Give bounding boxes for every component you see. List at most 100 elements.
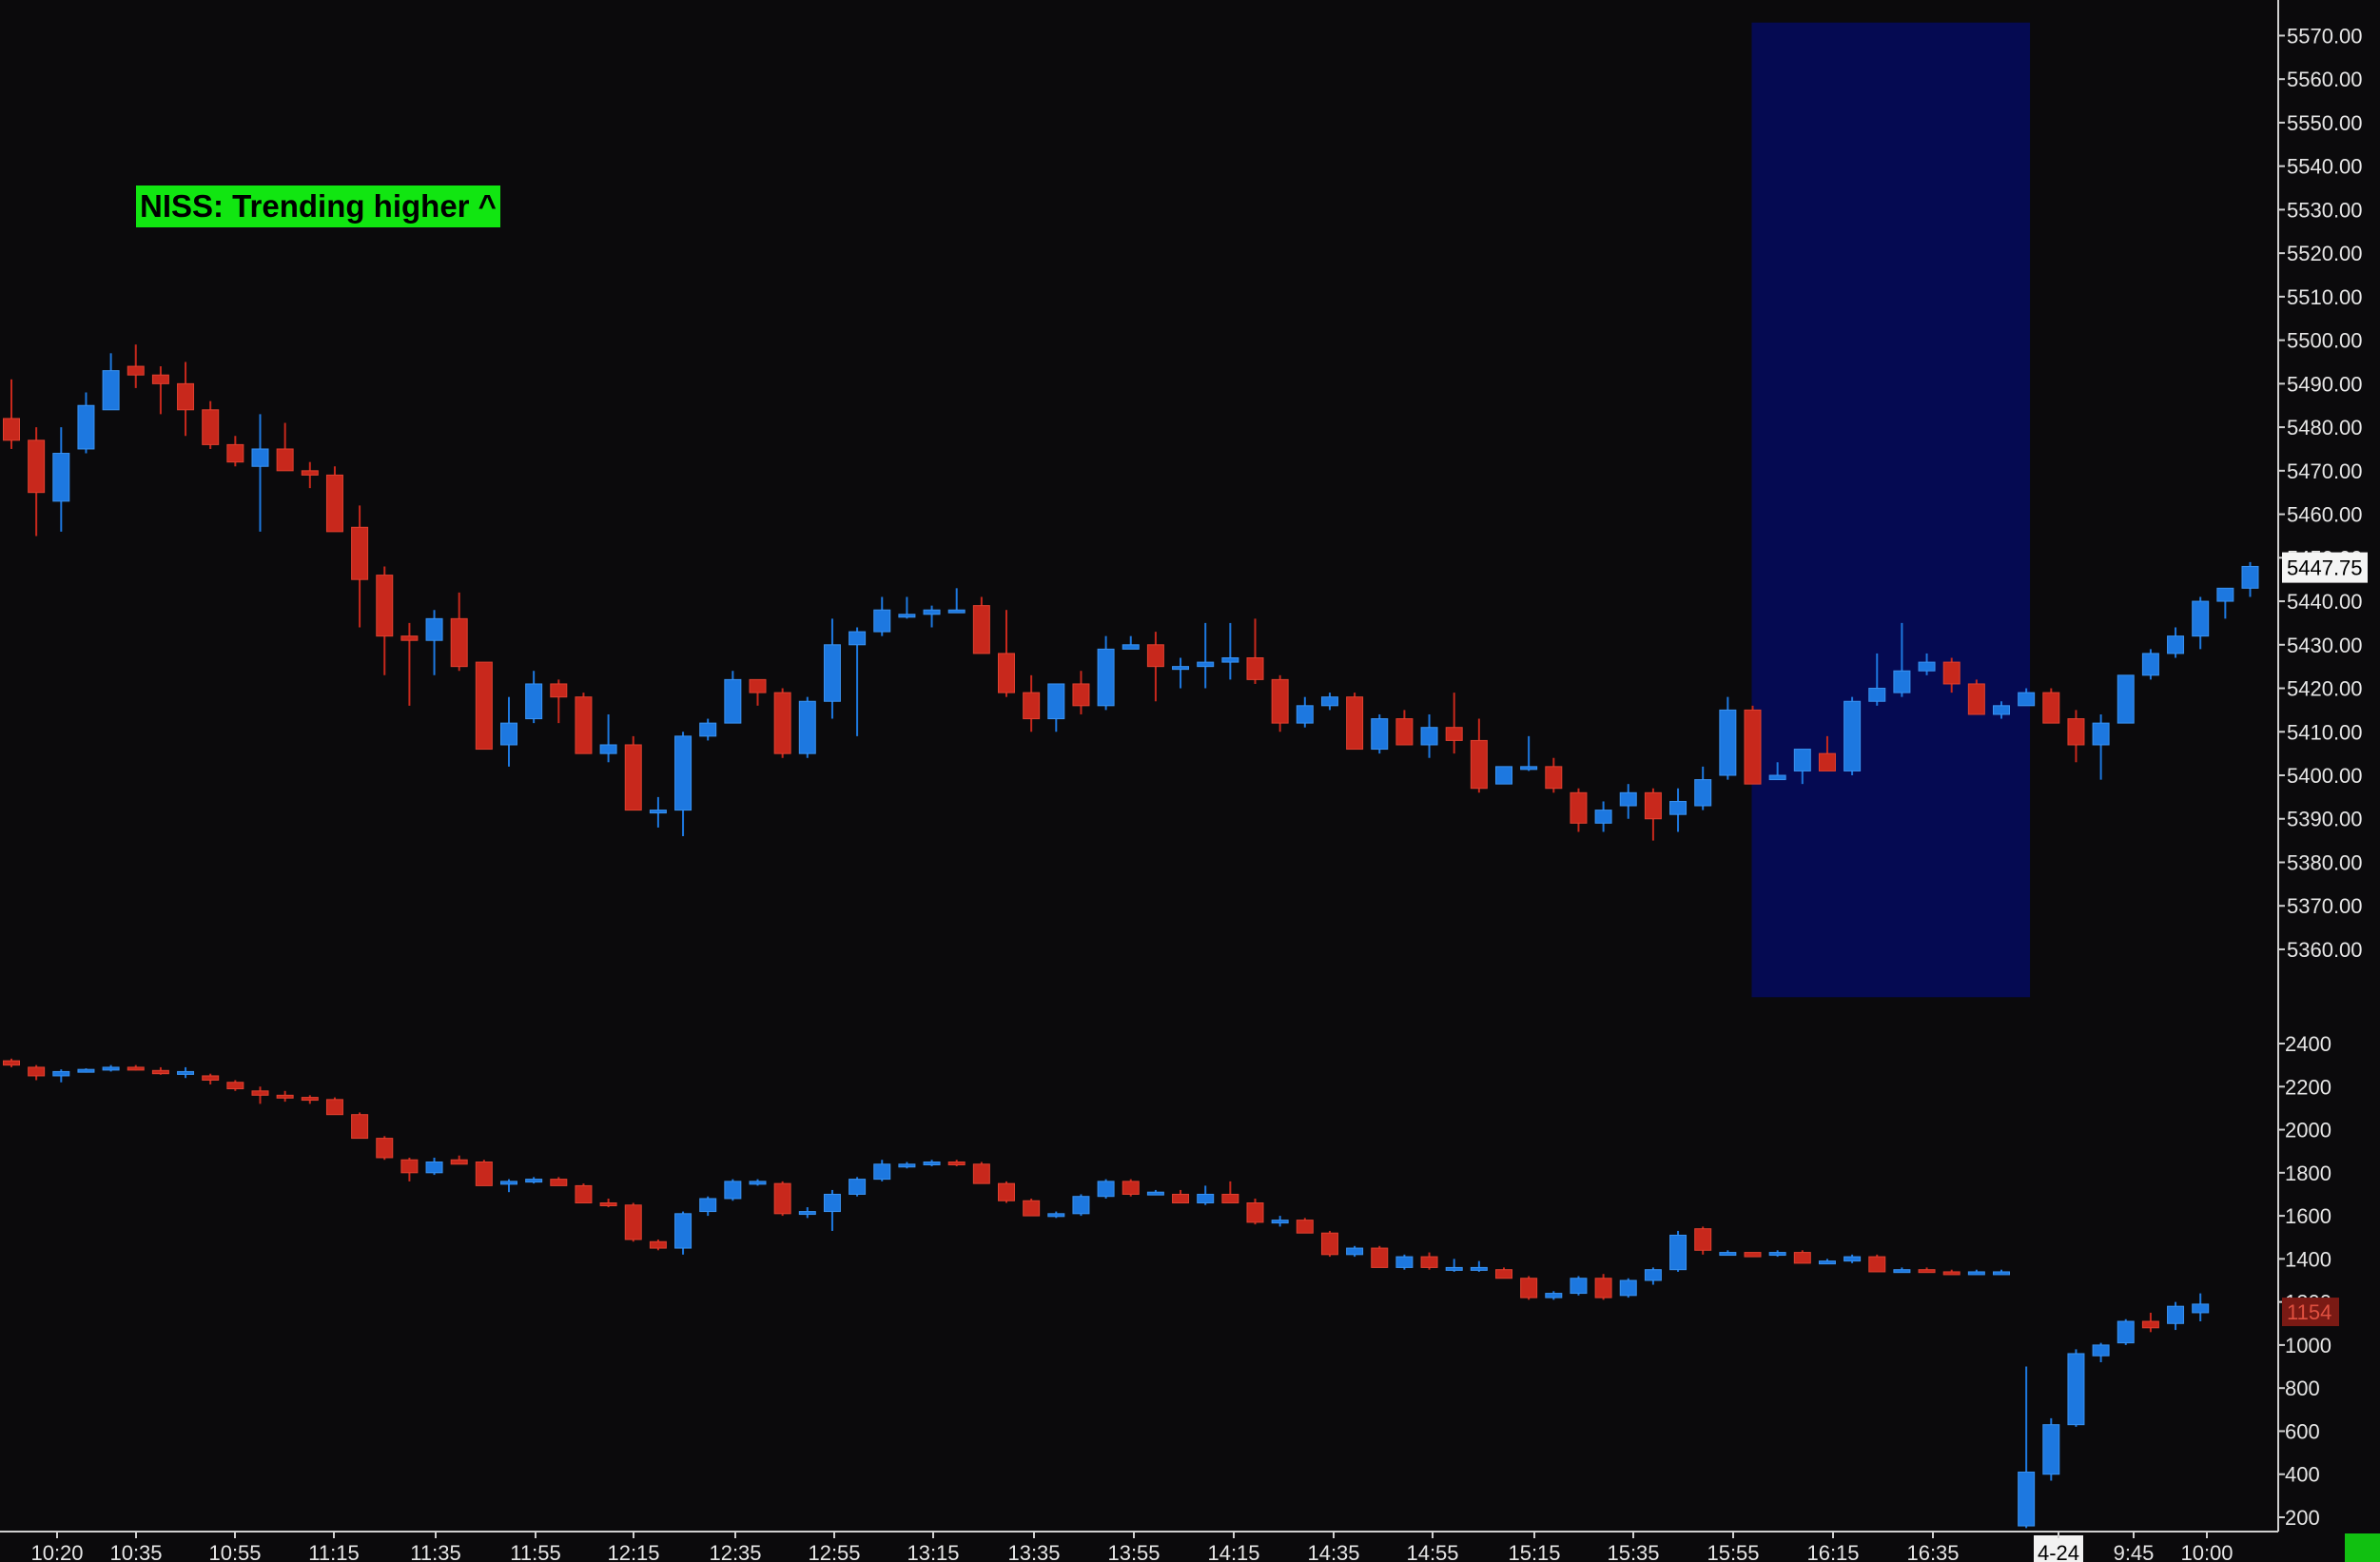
price-candle-body: [575, 696, 593, 754]
price-candle-body: [1793, 749, 1811, 771]
price-candle-body: [127, 365, 145, 376]
price-candle-body: [1768, 774, 1786, 781]
breadth-candle-body: [1023, 1200, 1041, 1217]
price-candle-body: [1942, 661, 1961, 685]
breadth-candle-body: [2018, 1471, 2036, 1527]
price-candle-body: [1246, 657, 1264, 680]
price-candle: [972, 596, 990, 654]
price-axis-tick-label: 5510.00: [2287, 285, 2363, 309]
breadth-candle: [1793, 1250, 1811, 1264]
breadth-candle-body: [873, 1163, 891, 1181]
breadth-candle-body: [425, 1162, 443, 1174]
breadth-candle-body: [525, 1179, 543, 1183]
price-axis-tick-label: 5390.00: [2287, 808, 2363, 831]
breadth-candle: [998, 1181, 1015, 1203]
breadth-axis-tick-label: 1600: [2285, 1204, 2331, 1228]
breadth-candle: [773, 1181, 791, 1217]
breadth-candle-body: [3, 1060, 20, 1066]
price-candle-body: [400, 635, 419, 641]
breadth-candle-body: [2042, 1424, 2060, 1475]
breadth-candle-body: [798, 1211, 816, 1216]
breadth-axis-tick-label: 1400: [2285, 1247, 2331, 1271]
breadth-candle-body: [1495, 1269, 1512, 1279]
price-candle-body: [1594, 810, 1612, 824]
price-candle: [1495, 766, 1512, 785]
price-candle-body: [724, 678, 742, 724]
price-candle-body: [674, 735, 693, 811]
price-candle: [2141, 649, 2159, 680]
time-axis-tick-label: 10:00: [2180, 1541, 2233, 1562]
breadth-candle: [351, 1112, 369, 1140]
breadth-candle-body: [1221, 1193, 1239, 1204]
price-candle-body: [2241, 565, 2259, 589]
price-candle: [2042, 688, 2060, 724]
price-candle-body: [849, 631, 867, 646]
time-axis-tick-label: 9:45: [2114, 1541, 2155, 1562]
price-candle-body: [998, 653, 1015, 693]
time-axis-tick-label: 10:35: [109, 1541, 162, 1562]
price-candle-body: [923, 609, 941, 615]
breadth-candle-body: [1197, 1193, 1215, 1204]
breadth-candle: [1520, 1276, 1538, 1300]
price-candle-body: [1172, 666, 1190, 671]
chart-canvas[interactable]: 5570.00 5560.00 5550.00 5540.00 5530.00 5520.…: [0, 0, 2380, 1562]
time-axis-tick-label: 16:35: [1906, 1541, 1959, 1562]
breadth-candle: [77, 1068, 95, 1073]
price-candle-body: [376, 575, 394, 637]
breadth-candle-body: [1594, 1278, 1612, 1298]
breadth-candle-body: [1694, 1228, 1712, 1251]
breadth-candle-body: [724, 1181, 742, 1200]
breadth-candle: [724, 1179, 742, 1201]
price-candle-body: [226, 443, 244, 463]
niss-trend-banner: NISS: Trending higher ^: [136, 185, 500, 227]
time-axis-tick-label: 12:35: [709, 1541, 761, 1562]
price-candle-body: [28, 439, 46, 494]
time-axis-tick-label: 16:15: [1806, 1541, 1859, 1562]
price-axis-tick-label: 5460.00: [2287, 503, 2363, 527]
breadth-candle-body: [151, 1069, 169, 1075]
price-axis-tick-label: 5500.00: [2287, 329, 2363, 353]
price-candle: [325, 466, 343, 533]
price-candle: [475, 661, 493, 751]
breadth-candle-body: [376, 1138, 394, 1159]
breadth-candle: [624, 1202, 642, 1242]
price-candle-body: [1495, 766, 1512, 785]
breadth-candle: [1320, 1230, 1338, 1258]
breadth-candle-body: [1271, 1220, 1289, 1224]
breadth-axis-tick-label: 2000: [2285, 1119, 2331, 1142]
breadth-candle-body: [2092, 1344, 2110, 1357]
price-axis-tick-label: 5540.00: [2287, 155, 2363, 179]
time-axis-tick-label: 15:55: [1707, 1541, 1759, 1562]
breadth-axis-tick-label: 1000: [2285, 1334, 2331, 1357]
breadth-candle: [1594, 1274, 1612, 1300]
price-axis-tick-label: 5440.00: [2287, 590, 2363, 614]
breadth-candle: [1122, 1179, 1140, 1197]
breadth-candle-body: [624, 1204, 642, 1240]
price-candle-body: [1420, 727, 1438, 746]
price-candle-body: [301, 470, 319, 476]
price-candle: [575, 693, 593, 754]
breadth-candle-body: [1768, 1252, 1786, 1257]
breadth-candle: [1246, 1198, 1264, 1225]
price-candle-body: [1818, 752, 1836, 771]
price-candle-body: [599, 744, 617, 754]
breadth-candle-body: [276, 1094, 294, 1099]
price-candle: [798, 696, 816, 758]
price-candle-body: [1371, 718, 1389, 751]
time-axis-tick-label: 11:35: [410, 1541, 460, 1562]
price-candle-body: [649, 810, 667, 814]
price-candle-body: [947, 609, 966, 614]
price-candle-body: [1470, 739, 1488, 790]
breadth-candle-body: [947, 1162, 966, 1165]
breadth-candle-body: [1520, 1278, 1538, 1298]
breadth-candle-body: [1246, 1202, 1264, 1223]
breadth-candle-body: [1818, 1260, 1836, 1265]
price-axis-tick-label: 5400.00: [2287, 764, 2363, 788]
price-candle: [1271, 674, 1289, 732]
breadth-candle: [2117, 1318, 2135, 1345]
breadth-axis-tick-label: 200: [2285, 1506, 2320, 1530]
price-candle: [1371, 713, 1389, 754]
breadth-candle: [475, 1160, 493, 1186]
breadth-candle-body: [202, 1075, 220, 1081]
price-candle-body: [1719, 709, 1737, 776]
